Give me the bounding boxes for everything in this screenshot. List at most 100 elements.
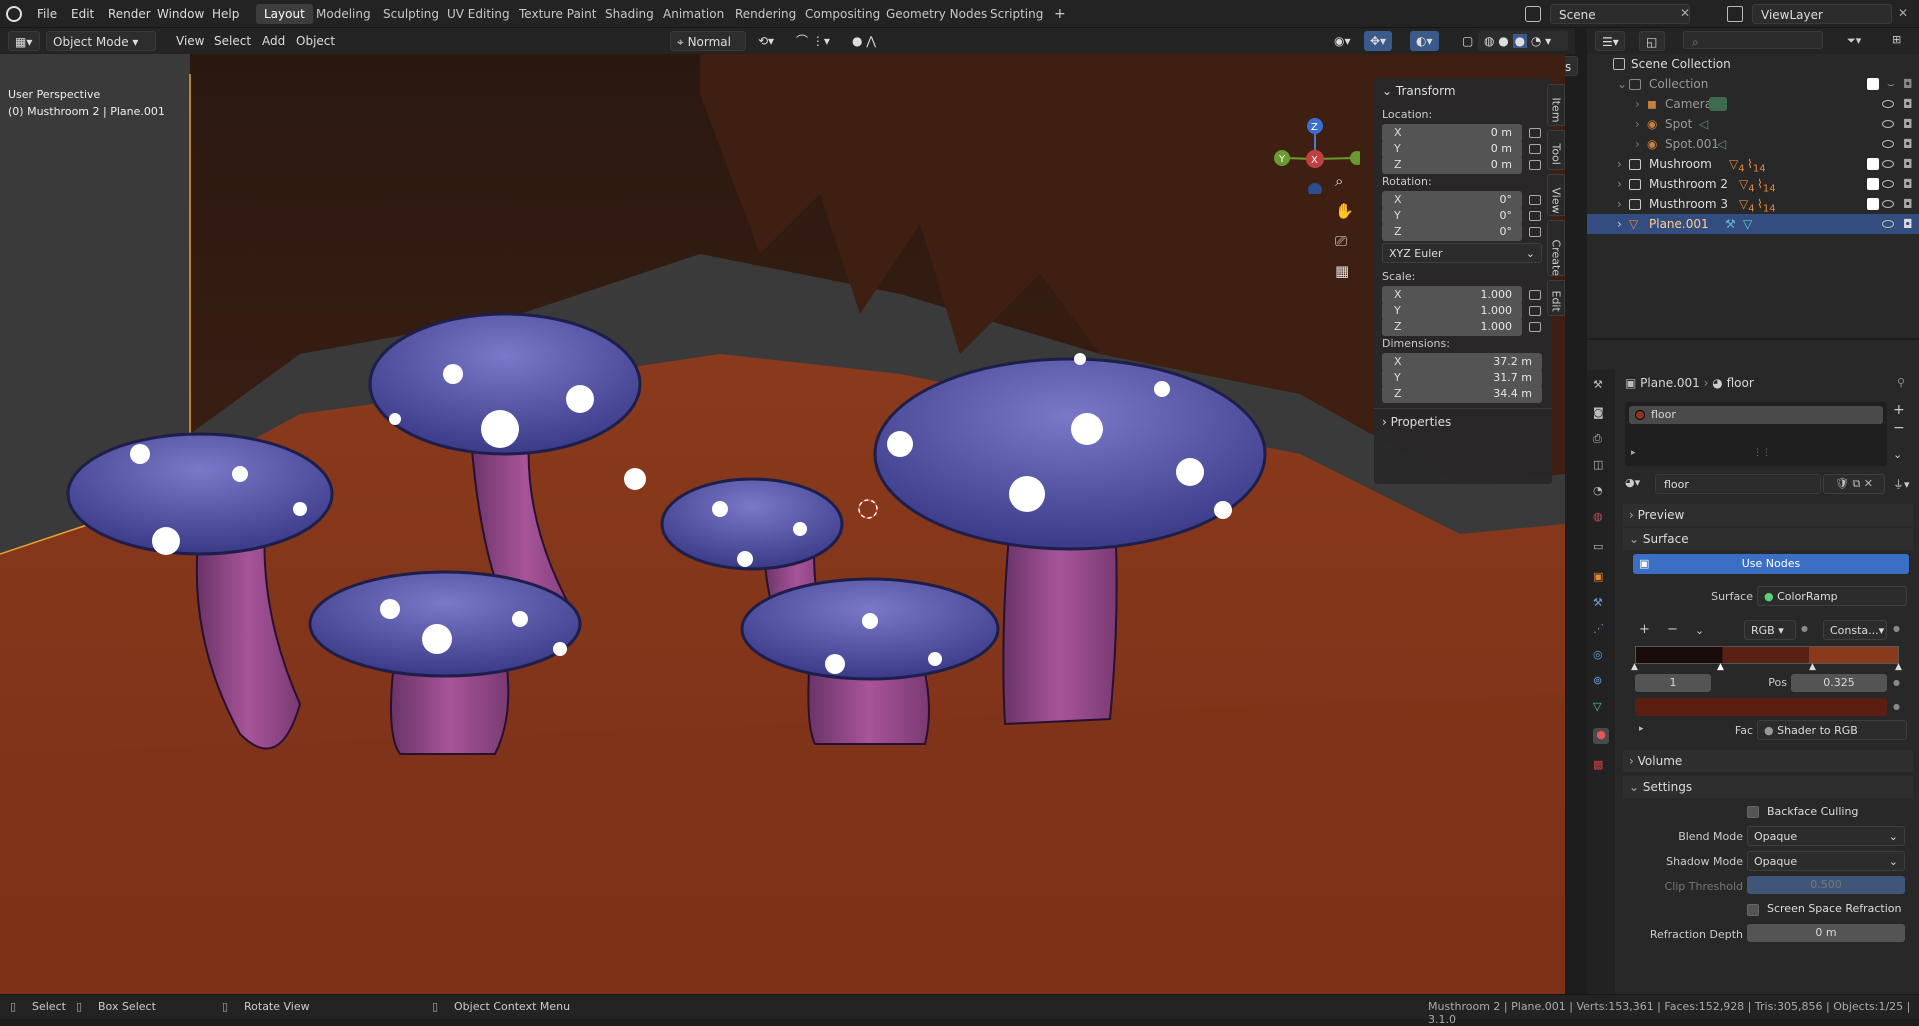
texture-tab-icon[interactable]: ▩	[1593, 758, 1609, 774]
stop-color-swatch[interactable]	[1635, 698, 1887, 716]
tab-shading[interactable]: Shading	[597, 4, 662, 24]
tab-modeling[interactable]: Modeling	[308, 4, 379, 24]
color-ramp-gradient[interactable]	[1635, 646, 1899, 664]
use-nodes-button[interactable]: ▣ Use Nodes	[1633, 554, 1909, 574]
tab-scripting[interactable]: Scripting	[982, 4, 1051, 24]
render-icon[interactable]: ◘	[1903, 114, 1913, 134]
tab-geometry-nodes[interactable]: Geometry Nodes	[878, 4, 995, 24]
pos-field[interactable]: 0.325	[1791, 674, 1887, 692]
material-tab-icon[interactable]: ●	[1593, 728, 1609, 744]
menu-add[interactable]: Add	[256, 31, 291, 51]
constraints-tab-icon[interactable]: ⊚	[1593, 674, 1609, 690]
gizmo-toggle-icon[interactable]: ✥▾	[1364, 31, 1393, 51]
surface-section-header[interactable]: ⌄ Surface	[1623, 528, 1913, 550]
material-actions[interactable]: 🛡 ⧉ ✕	[1823, 474, 1885, 494]
snap-icon[interactable]: ⌒ ⋮▾	[790, 31, 836, 51]
ntab-edit[interactable]: Edit	[1547, 280, 1565, 316]
slot-specials-icon[interactable]: ⌄	[1893, 448, 1902, 461]
render-icon[interactable]: ◘	[1903, 214, 1913, 234]
ortho-grid-icon[interactable]: ▦	[1335, 262, 1349, 280]
menu-edit[interactable]: Edit	[64, 4, 101, 24]
outliner-row-plane-001[interactable]: › ▽ Plane.001 ⚒ ▽ ◘	[1587, 214, 1919, 234]
overlay-toggle-icon[interactable]: ◐▾	[1410, 31, 1439, 51]
material-name-field[interactable]: floor	[1655, 474, 1821, 494]
expand-icon[interactable]: ⌄	[1617, 74, 1627, 94]
expand-icon[interactable]: ▸	[1639, 724, 1644, 734]
pivot-icon[interactable]: ⟲▾	[752, 31, 780, 51]
lock-icon[interactable]	[1529, 160, 1541, 170]
ramp-stop-marker-active[interactable]: ▲	[1717, 662, 1724, 672]
hide-icon[interactable]: ⌣	[1887, 74, 1895, 94]
new-collection-icon[interactable]: ⊞	[1892, 33, 1901, 46]
ntab-tool[interactable]: Tool	[1547, 130, 1565, 170]
rotation-z-field[interactable]: Z 0°	[1382, 223, 1522, 241]
outliner-row-spot[interactable]: › ◉ Spot ◁ ◘	[1587, 114, 1919, 134]
object-tab-icon[interactable]: ▣	[1593, 570, 1609, 586]
screen-space-refraction-checkbox[interactable]	[1747, 904, 1759, 916]
view-layer-icon[interactable]	[1727, 6, 1743, 22]
eye-icon[interactable]	[1882, 140, 1894, 148]
close-scene-icon[interactable]: ✕	[1680, 6, 1690, 20]
material-browse-icon[interactable]: ◕▾	[1625, 476, 1640, 489]
expand-icon[interactable]: ▸	[1631, 448, 1636, 458]
ramp-color-mode-dropdown[interactable]: RGB ▾	[1744, 620, 1796, 640]
blender-logo-icon[interactable]	[6, 6, 22, 22]
exclude-checkbox[interactable]	[1867, 158, 1879, 170]
tab-uv-editing[interactable]: UV Editing	[439, 4, 518, 24]
outliner-search-input[interactable]: ⌕	[1683, 31, 1823, 49]
ntab-item[interactable]: Item	[1547, 84, 1565, 126]
expand-icon[interactable]: ›	[1635, 134, 1640, 154]
tab-animation[interactable]: Animation	[655, 4, 732, 24]
remove-slot-icon[interactable]: −	[1893, 420, 1905, 436]
display-mode-icon[interactable]: ◱	[1639, 31, 1665, 51]
close-view-layer-icon[interactable]: ✕	[1898, 6, 1908, 20]
navigation-gizmo[interactable]: Z Y X	[1260, 84, 1364, 197]
blend-mode-dropdown[interactable]: Opaque ⌄	[1747, 826, 1905, 846]
exclude-checkbox[interactable]	[1867, 78, 1879, 90]
ramp-stop-marker[interactable]: ▲	[1631, 662, 1638, 672]
proportional-edit-icon[interactable]: ● ⋀	[846, 31, 882, 51]
scene-selector[interactable]: Scene	[1550, 4, 1690, 24]
tab-rendering[interactable]: Rendering	[727, 4, 804, 24]
lock-icon[interactable]	[1529, 290, 1541, 300]
ntab-create[interactable]: Create	[1547, 220, 1565, 276]
filter-icon[interactable]: ⏷▾	[1847, 34, 1861, 48]
expand-icon[interactable]: ›	[1635, 94, 1640, 114]
lock-icon[interactable]	[1529, 306, 1541, 316]
backface-culling-checkbox[interactable]	[1747, 806, 1759, 818]
clip-threshold-slider[interactable]: 0.500	[1747, 876, 1905, 894]
particles-tab-icon[interactable]: ⋰	[1593, 622, 1609, 638]
expand-icon[interactable]: ›	[1617, 174, 1622, 194]
output-tab-icon[interactable]: ⎙	[1593, 432, 1609, 448]
modifier-tab-icon[interactable]: ⚒	[1593, 596, 1609, 612]
surface-shader-field[interactable]: ● ColorRamp	[1757, 586, 1907, 606]
exclude-checkbox[interactable]	[1867, 178, 1879, 190]
expand-icon[interactable]: ›	[1635, 114, 1640, 134]
scene-icon[interactable]	[1525, 6, 1541, 22]
eye-icon[interactable]	[1882, 120, 1894, 128]
shading-modes[interactable]: ◍ ● ● ◔ ▾	[1478, 31, 1568, 51]
tab-texture-paint[interactable]: Texture Paint	[511, 4, 604, 24]
transform-panel-header[interactable]: ⌄ Transform	[1382, 84, 1456, 98]
menu-file[interactable]: File	[30, 4, 64, 24]
tab-layout[interactable]: Layout	[256, 4, 313, 24]
lock-icon[interactable]	[1529, 144, 1541, 154]
zoom-icon[interactable]: ⌕	[1335, 172, 1343, 190]
add-workspace-button[interactable]: +	[1046, 4, 1074, 24]
outliner-editor-type-icon[interactable]: ☰▾	[1595, 31, 1625, 51]
visibility-icon[interactable]: ◉▾	[1328, 31, 1357, 51]
tab-compositing[interactable]: Compositing	[797, 4, 888, 24]
tab-sculpting[interactable]: Sculpting	[375, 4, 447, 24]
outliner-row-collection[interactable]: ⌄ Collection ⌣ ◘	[1587, 74, 1919, 94]
render-icon[interactable]: ◘	[1903, 194, 1913, 214]
outliner-row-musthroom-2[interactable]: › Musthroom 2 ▽4 ⌇14 ◘	[1587, 174, 1919, 194]
orientation-selector[interactable]: ⌖ Normal ▾	[670, 31, 746, 69]
outliner-row-mushroom[interactable]: › Mushroom ▽4 ⌇14 ◘	[1587, 154, 1919, 174]
add-slot-icon[interactable]: +	[1893, 402, 1905, 418]
preview-section-header[interactable]: › Preview	[1623, 504, 1913, 526]
editor-type-icon[interactable]: ▦▾	[8, 31, 40, 51]
ntab-view[interactable]: View	[1547, 174, 1565, 216]
render-icon[interactable]: ◘	[1903, 154, 1913, 174]
render-icon[interactable]: ◘	[1903, 134, 1913, 154]
pan-hand-icon[interactable]: ✋	[1335, 202, 1354, 220]
